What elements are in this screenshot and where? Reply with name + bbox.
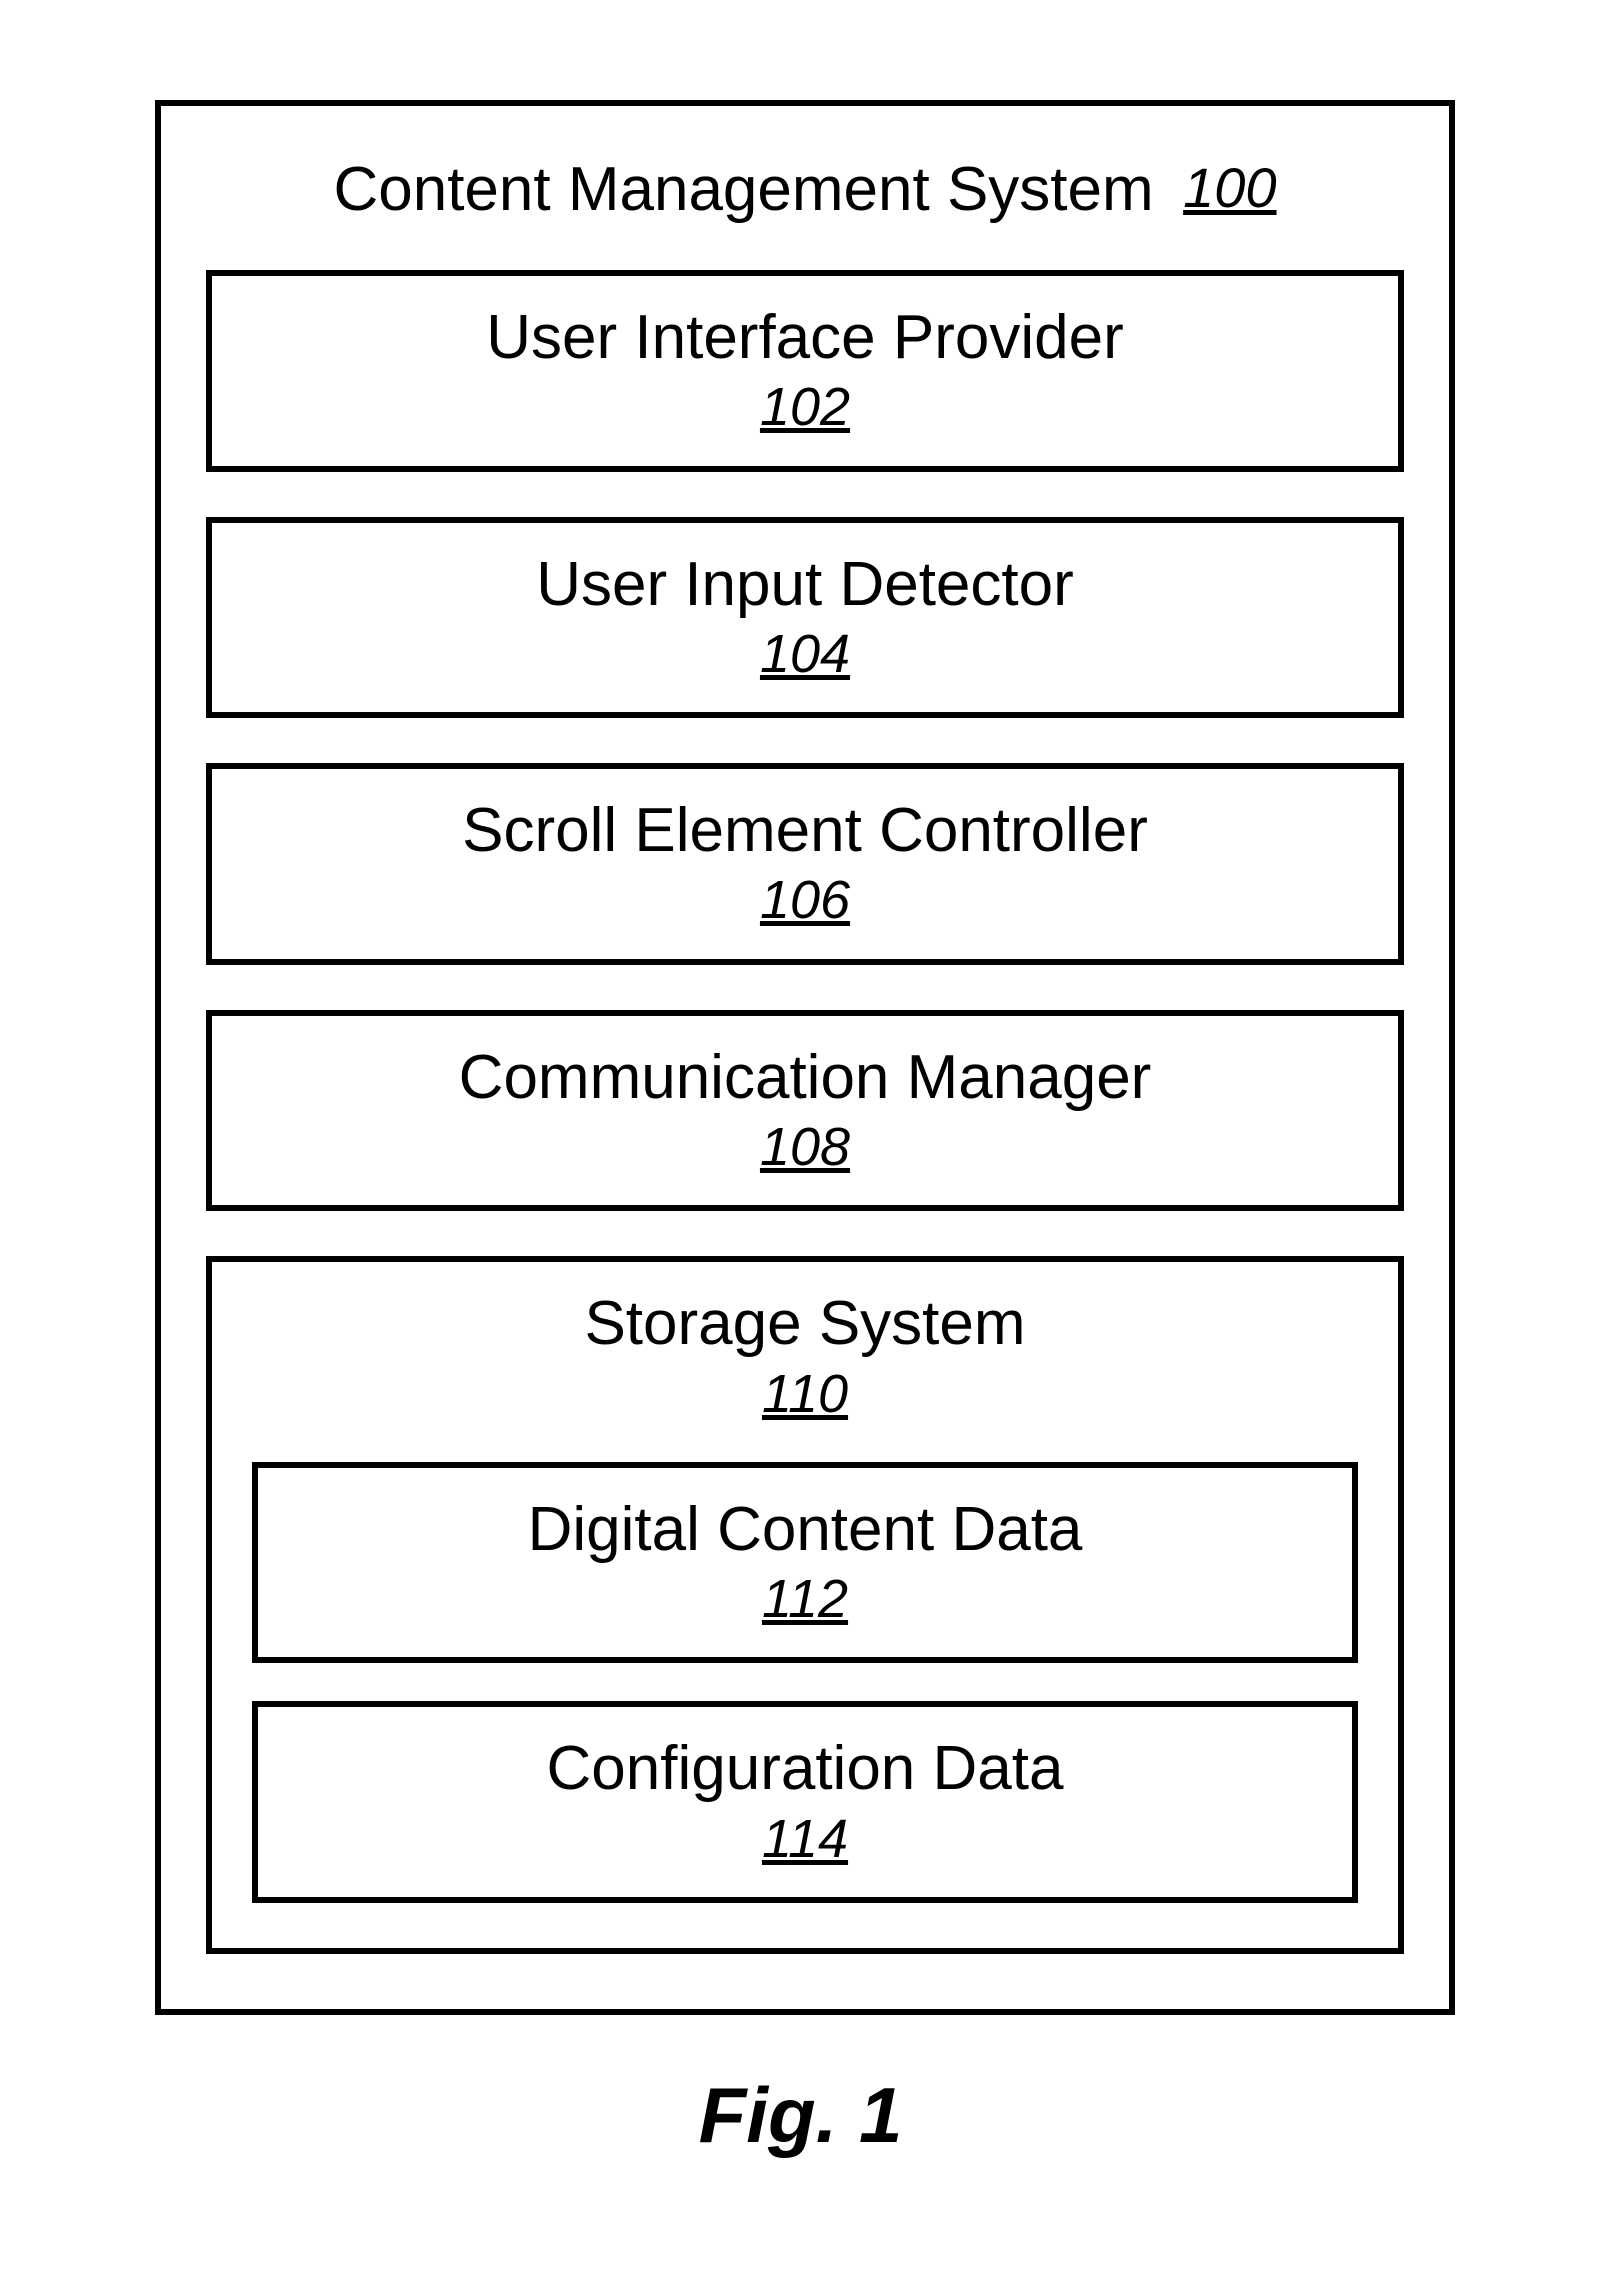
component-user-input-detector: User Input Detector 104	[206, 517, 1404, 719]
content-management-system-box: Content Management System 100 User Inter…	[155, 100, 1455, 2015]
component-label: Storage System	[252, 1290, 1358, 1358]
diagram-page: Content Management System 100 User Inter…	[0, 0, 1601, 2269]
component-label: Digital Content Data	[278, 1496, 1332, 1564]
component-ref: 102	[232, 378, 1378, 437]
component-ref: 108	[232, 1118, 1378, 1177]
component-ref: 110	[252, 1365, 1358, 1424]
component-ref: 114	[278, 1810, 1332, 1869]
component-ref: 112	[278, 1570, 1332, 1629]
diagram-title: Content Management System	[333, 155, 1153, 224]
component-label: Scroll Element Controller	[232, 797, 1378, 865]
component-communication-manager: Communication Manager 108	[206, 1010, 1404, 1212]
component-user-interface-provider: User Interface Provider 102	[206, 270, 1404, 472]
diagram-title-row: Content Management System 100	[206, 154, 1404, 225]
component-ref: 106	[232, 871, 1378, 930]
component-scroll-element-controller: Scroll Element Controller 106	[206, 763, 1404, 965]
figure-caption: Fig. 1	[0, 2070, 1601, 2161]
component-label: Communication Manager	[232, 1044, 1378, 1112]
component-label: Configuration Data	[278, 1735, 1332, 1803]
component-label: User Input Detector	[232, 551, 1378, 619]
component-configuration-data: Configuration Data 114	[252, 1701, 1358, 1903]
component-digital-content-data: Digital Content Data 112	[252, 1462, 1358, 1664]
diagram-title-ref: 100	[1183, 156, 1276, 219]
component-storage-system: Storage System 110 Digital Content Data …	[206, 1256, 1404, 1954]
component-ref: 104	[232, 625, 1378, 684]
component-label: User Interface Provider	[232, 304, 1378, 372]
